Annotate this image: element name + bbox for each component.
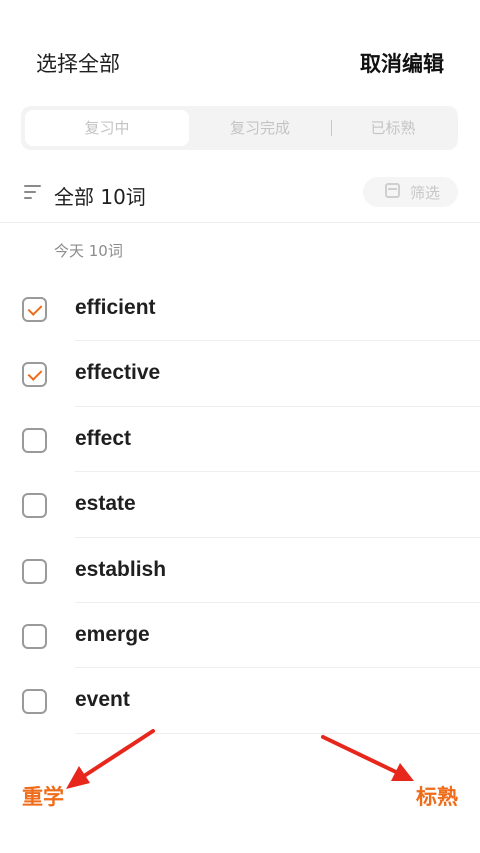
tab-marked-known[interactable]: 已标熟 (333, 110, 453, 146)
list-item[interactable]: estate (0, 472, 480, 538)
word-list: efficient effective effect estate establ… (0, 276, 480, 754)
list-item[interactable]: emerge (0, 603, 480, 669)
cancel-edit-button[interactable]: 取消编辑 (360, 48, 444, 78)
tab-divider (331, 120, 332, 136)
checkbox[interactable] (22, 558, 47, 584)
checkbox[interactable] (22, 493, 47, 519)
list-item[interactable]: effective (0, 341, 480, 407)
relearn-button[interactable]: 重学 (22, 781, 64, 811)
date-group-header: 今天 10词 (54, 242, 123, 260)
divider (0, 222, 480, 223)
list-item[interactable]: event (0, 668, 480, 734)
checkbox[interactable] (22, 689, 47, 715)
bottom-action-bar: 重学 标熟 (0, 752, 480, 853)
tab-reviewing[interactable]: 复习中 (25, 110, 189, 146)
word-text: estate (75, 492, 136, 516)
filter-bar: 全部 10词 筛选 (0, 170, 480, 222)
checkbox[interactable] (22, 623, 47, 649)
checkbox[interactable] (22, 427, 47, 453)
word-text: effect (75, 426, 132, 450)
calendar-icon (385, 183, 400, 198)
list-item[interactable]: effect (0, 407, 480, 473)
checkbox-checked[interactable] (22, 362, 47, 388)
tab-review-complete[interactable]: 复习完成 (189, 110, 331, 146)
sort-lines-icon[interactable] (24, 185, 41, 199)
word-text: emerge (75, 622, 150, 646)
filter-button[interactable]: 筛选 (363, 177, 458, 207)
word-text: efficient (75, 296, 156, 319)
list-item-partial[interactable] (0, 734, 480, 754)
word-text: effective (75, 361, 161, 385)
word-text: event (75, 688, 130, 712)
word-text: establish (75, 557, 167, 581)
word-count-summary: 全部 10词 (54, 185, 146, 209)
checkbox-checked[interactable] (22, 297, 47, 322)
select-all-button[interactable]: 选择全部 (36, 48, 120, 78)
list-item[interactable]: establish (0, 538, 480, 603)
review-status-tabs: 复习中 复习完成 已标熟 (21, 106, 458, 150)
filter-button-label: 筛选 (410, 184, 441, 202)
mark-known-button[interactable]: 标熟 (416, 781, 458, 811)
list-item[interactable]: efficient (0, 276, 480, 342)
